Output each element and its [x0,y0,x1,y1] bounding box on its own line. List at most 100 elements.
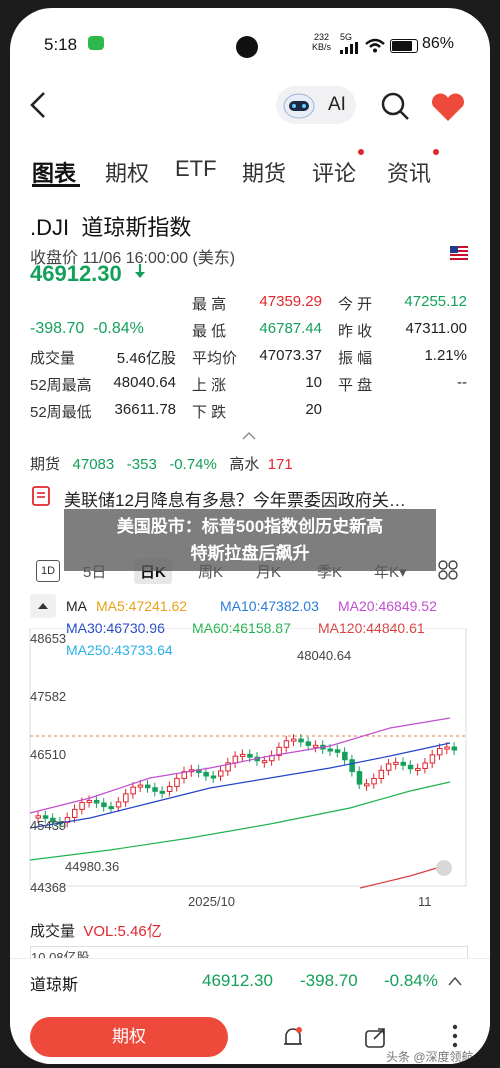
candle-body [115,801,122,808]
news-ticker[interactable]: 美联储12月降息有多悬？今年票委因政府关… [64,486,406,511]
candle-body [305,741,312,746]
tab-comments[interactable]: 评论 [312,156,356,188]
futures-row[interactable]: 期货 47083 -353 -0.74% 高水 171 [30,453,293,474]
battery-percent: 86% [422,35,455,52]
candle-body [312,744,319,748]
headline-overlay: 美国股市：标普500指数创历史新高 特斯拉盘后飙升 [64,509,436,571]
ma20-value: MA20:46849.52 [338,598,437,614]
ai-assistant-button[interactable]: AI [276,86,356,124]
candle-body [342,751,348,761]
tab-futures[interactable]: 期货 [242,156,286,188]
expand-chevron-icon[interactable] [242,427,256,445]
share-icon[interactable] [364,1025,388,1054]
volume-label: 成交量 [30,350,76,367]
tab-news[interactable]: 资讯 [387,156,431,188]
status-time: 5:18 [44,35,78,54]
favorite-heart-icon[interactable] [430,92,466,127]
prev-close-label: 昨 收 [338,323,373,340]
candle-body [166,785,173,793]
net-speed: 232 KB/s [312,32,332,52]
tab-etf[interactable]: ETF [175,156,217,182]
volume-header-value: VOL:5.46亿 [83,923,162,940]
ma60-line [29,781,451,861]
tab-options[interactable]: 期权 [105,156,149,188]
watermark: 头条 @深度领航 [386,1050,474,1064]
up-count-value: 10 [305,374,322,391]
stock-name: 道琼斯指数 [81,215,192,240]
candle-body [334,749,341,753]
high-label: 最 高 [192,296,227,313]
candle-body [407,764,414,770]
low-annotation: 44980.36 [65,859,120,874]
high52-label: 52周最高 [30,377,92,394]
chart-settings-icon[interactable] [436,860,452,876]
candle-body [72,808,78,818]
ai-label: AI [328,94,346,115]
candle-body [152,787,158,792]
search-icon[interactable] [380,91,410,126]
alert-bell-icon[interactable] [282,1025,304,1056]
period-1d[interactable]: 1D [36,560,60,582]
prev-close-value: 47311.00 [405,320,467,337]
y-tick-5: 44368 [30,880,67,895]
avg-label: 平均价 [192,350,238,367]
low-value: 46787.44 [259,320,322,337]
stock-title: .DJI 道琼斯指数 [30,210,191,242]
price-change: -398.70 -0.84% [30,320,144,337]
bottom-change: -398.70 [300,971,358,990]
ai-robot-icon [282,91,316,124]
x-tick-date: 2025/10 [188,894,235,909]
ma10-value: MA10:47382.03 [220,598,319,614]
futures-label: 期货 [30,456,61,473]
volume-value: 5.46亿股 [116,350,176,367]
stock-code: .DJI [30,215,70,240]
grid-menu-icon[interactable] [438,560,458,585]
futures-price: 47083 [72,456,115,473]
down-count-label: 下 跌 [192,404,227,421]
down-arrow-icon [134,263,146,284]
wechat-icon [88,36,104,50]
candle-body [261,760,268,764]
candle-body [247,753,253,758]
amplitude-value: 1.21% [424,347,467,364]
candle-body [429,754,436,764]
down-count-value: 20 [305,401,322,418]
battery-icon [390,39,418,53]
y-tick-4: 45439 [30,818,67,833]
comments-dot [358,149,364,155]
bottom-pct: -0.84% [384,971,438,990]
avg-value: 47073.37 [259,347,322,364]
option-button[interactable]: 期权 [30,1017,228,1057]
ma-label: MA [66,598,87,614]
low-label: 最 低 [192,323,227,340]
ma-toggle-icon[interactable] [30,594,56,618]
us-flag-icon [450,246,468,260]
news-dot [433,149,439,155]
volume-header: 成交量 VOL:5.46亿 [30,920,162,941]
futures-pct: -0.74% [169,456,217,473]
y-tick-2: 47582 [30,689,67,704]
candle-body [393,761,399,765]
collapse-chevron-icon[interactable] [448,973,462,991]
candle-body [203,771,209,777]
candle-body [130,786,136,795]
high-annotation: 48040.64 [297,648,352,663]
candle-body [437,747,443,756]
price: 46912.30 [30,261,122,286]
high-value: 47359.29 [259,293,322,310]
candle-body [123,793,129,803]
candle-body [159,790,166,794]
candle-body [291,738,297,742]
low52-label: 52周最低 [30,404,92,421]
candle-body [364,783,370,787]
candle-body [327,748,333,752]
camera-hole [236,36,258,58]
low52-value: 36611.78 [114,401,176,418]
candle-body [283,740,290,748]
back-icon[interactable] [28,90,48,125]
headline-line-1: 美国股市：标普500指数创历史新高 [116,517,384,536]
candle-body [349,759,355,773]
candle-body [415,767,421,771]
tide-label: 高水 [229,456,260,473]
candle-body [93,799,100,804]
